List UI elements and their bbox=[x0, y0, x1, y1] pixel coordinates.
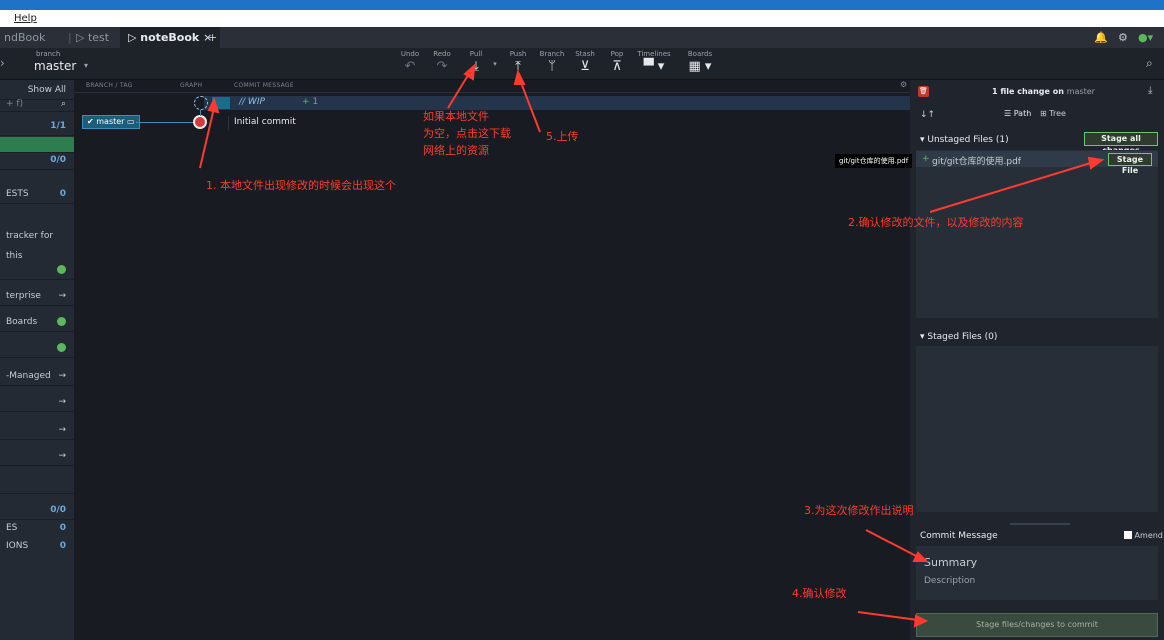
arrow-commit bbox=[857, 611, 919, 621]
annotation-pull-3: 网络上的资源 bbox=[423, 144, 489, 157]
arrow-summary bbox=[865, 529, 921, 559]
arrow-1 bbox=[199, 107, 215, 169]
arrow-pull bbox=[447, 71, 471, 109]
arrow-push bbox=[519, 79, 541, 133]
annotation-2: 2.确认修改的文件，以及修改的内容 bbox=[848, 216, 1024, 229]
arrow-summary-head bbox=[912, 551, 929, 562]
annotation-3: 3.为这次修改作出说明 bbox=[804, 504, 914, 517]
arrow-1-head bbox=[207, 97, 220, 114]
annotation-pull-1: 如果本地文件 bbox=[423, 110, 489, 123]
annotation-5: 5.上传 bbox=[546, 130, 579, 143]
arrow-stage bbox=[929, 161, 1095, 213]
arrow-push-head bbox=[513, 69, 526, 85]
annotation-pull-2: 为空，点击这下载 bbox=[423, 127, 511, 140]
annotation-4: 4.确认修改 bbox=[792, 587, 847, 600]
annotation-1: 1. 本地文件出现修改的时候会出现这个 bbox=[206, 179, 396, 192]
arrow-commit-head bbox=[913, 614, 929, 628]
annotation-arrows bbox=[199, 63, 1105, 628]
arrow-stage-head bbox=[1087, 156, 1105, 170]
